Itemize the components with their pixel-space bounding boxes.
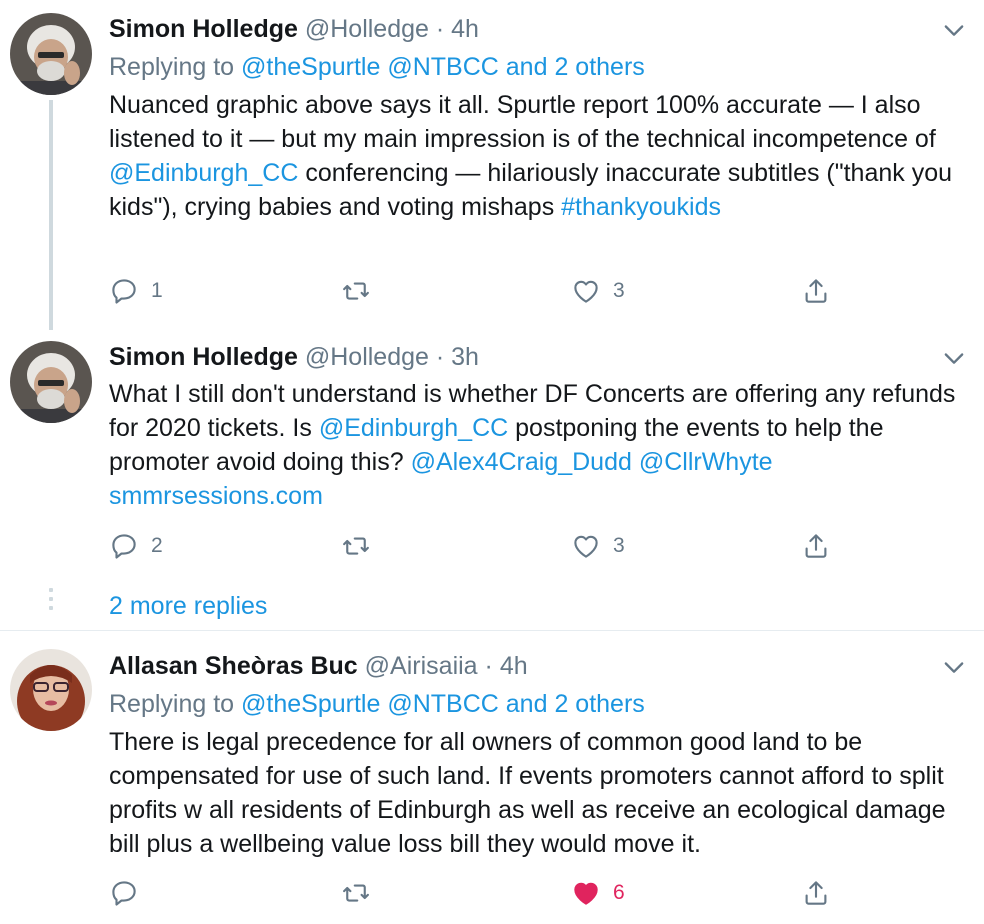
tweet-header: Simon Holledge @Holledge · 3h (109, 342, 479, 372)
reply-button[interactable]: 1 (109, 275, 163, 307)
tweet-header: Allasan Sheòras Buc @Airisaiia · 4h (109, 651, 528, 681)
hashtag-link[interactable]: #thankyoukids (561, 193, 721, 221)
author-name[interactable]: Allasan Sheòras Buc (109, 652, 358, 680)
replying-to: Replying to @theSpurtle @NTBCC and 2 oth… (109, 52, 645, 82)
thread-line (49, 100, 53, 330)
others-link[interactable]: and 2 others (506, 53, 645, 81)
reply-icon (112, 279, 136, 304)
timestamp[interactable]: 3h (451, 343, 479, 371)
tweet-body: There is legal precedence for all owners… (109, 725, 971, 861)
chevron-down-icon[interactable] (940, 653, 968, 681)
like-count: 3 (613, 534, 625, 557)
reply-count: 1 (151, 279, 163, 302)
reply-button[interactable]: 2 (109, 530, 163, 562)
retweet-button[interactable] (341, 877, 383, 909)
tweet-3[interactable]: Allasan Sheòras Buc @Airisaiia · 4h Repl… (0, 631, 984, 924)
author-name[interactable]: Simon Holledge (109, 15, 298, 43)
avatar-image (10, 649, 92, 731)
tweet-body: Nuanced graphic above says it all. Spurt… (109, 88, 971, 224)
author-handle[interactable]: @Airisaiia (365, 652, 478, 680)
retweet-icon (343, 282, 369, 300)
heart-icon (574, 535, 598, 558)
others-link[interactable]: and 2 others (506, 690, 645, 718)
reply-icon (112, 534, 136, 559)
tweet-header: Simon Holledge @Holledge · 4h (109, 14, 479, 44)
replying-label: Replying to (109, 690, 235, 718)
timestamp[interactable]: 4h (500, 652, 528, 680)
timestamp[interactable]: 4h (451, 15, 479, 43)
mention-link[interactable]: @Alex4Craig_Dudd (411, 448, 632, 476)
reply-button[interactable] (109, 877, 151, 909)
retweet-button[interactable] (341, 275, 383, 307)
share-button[interactable] (801, 275, 831, 307)
mention-link[interactable]: @NTBCC (387, 690, 499, 718)
separator: · (484, 652, 493, 680)
url-link[interactable]: smmrsessions.com (109, 482, 323, 510)
reply-count: 2 (151, 534, 163, 557)
more-replies-link[interactable]: 2 more replies (109, 592, 267, 621)
replying-to: Replying to @theSpurtle @NTBCC and 2 oth… (109, 689, 645, 719)
like-button[interactable]: 3 (571, 530, 625, 562)
author-name[interactable]: Simon Holledge (109, 343, 298, 371)
share-icon (805, 881, 827, 905)
author-handle[interactable]: @Holledge (305, 343, 429, 371)
share-icon (805, 534, 827, 558)
tweet-body: What I still don't understand is whether… (109, 377, 971, 513)
mention-link[interactable]: @theSpurtle (241, 53, 380, 81)
avatar-image (10, 341, 92, 423)
chevron-down-icon[interactable] (940, 16, 968, 44)
avatar[interactable] (10, 341, 92, 423)
tweet-2[interactable]: Simon Holledge @Holledge · 3h What I sti… (0, 330, 984, 630)
body-text (632, 448, 639, 476)
retweet-button[interactable] (341, 530, 383, 562)
tweet-1[interactable]: Simon Holledge @Holledge · 4h Replying t… (0, 0, 984, 330)
separator: · (435, 343, 445, 371)
mention-link[interactable]: @Edinburgh_CC (109, 159, 298, 187)
chevron-down-icon[interactable] (940, 344, 968, 372)
share-icon (805, 279, 827, 303)
separator: · (435, 15, 445, 43)
retweet-icon (343, 537, 369, 555)
mention-link[interactable]: @NTBCC (387, 53, 499, 81)
reply-icon (112, 881, 136, 906)
body-text: Nuanced graphic above says it all. Spurt… (109, 91, 936, 153)
avatar-image (10, 13, 92, 95)
mention-link[interactable]: @CllrWhyte (639, 448, 773, 476)
like-button[interactable]: 3 (571, 275, 625, 307)
body-text: There is legal precedence for all owners… (109, 728, 946, 858)
avatar[interactable] (10, 649, 92, 731)
author-handle[interactable]: @Holledge (305, 15, 429, 43)
share-button[interactable] (801, 530, 831, 562)
mention-link[interactable]: @theSpurtle (241, 690, 380, 718)
thread-dots (49, 588, 53, 615)
share-button[interactable] (801, 877, 831, 909)
retweet-icon (343, 884, 369, 902)
mention-link[interactable]: @Edinburgh_CC (319, 414, 508, 442)
replying-label: Replying to (109, 53, 235, 81)
like-count: 6 (613, 881, 625, 904)
like-button[interactable]: 6 (571, 877, 625, 909)
heart-icon (574, 882, 598, 905)
heart-icon (574, 280, 598, 303)
like-count: 3 (613, 279, 625, 302)
avatar[interactable] (10, 13, 92, 95)
